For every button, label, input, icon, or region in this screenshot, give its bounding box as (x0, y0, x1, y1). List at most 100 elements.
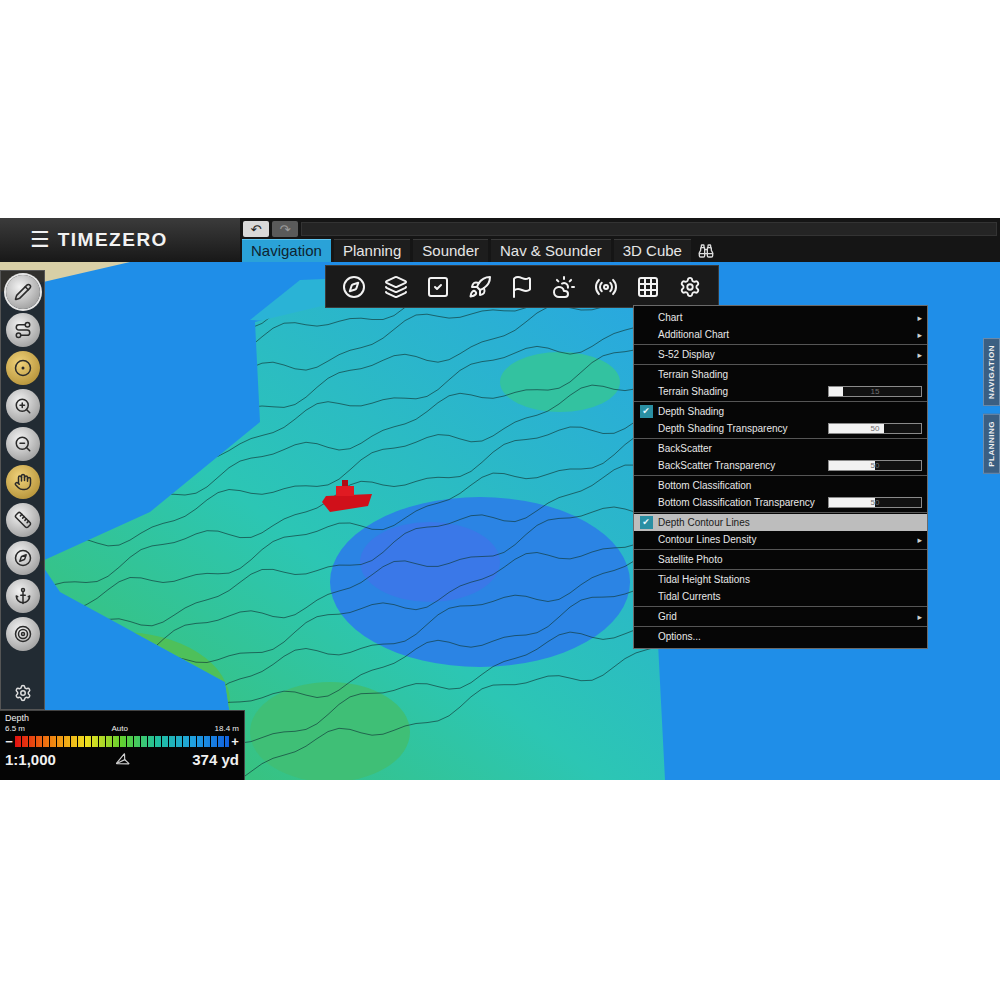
menu-item[interactable]: Tidal Height Stations (634, 571, 927, 588)
menu-group: S-52 Display▸ (634, 345, 927, 365)
menu-group: Chart▸Additional Chart▸ (634, 308, 927, 345)
vessel-icon[interactable] (322, 480, 372, 512)
undo-button[interactable]: ↶ (243, 221, 269, 237)
menu-label: Satellite Photo (658, 554, 922, 566)
tool-button[interactable] (6, 465, 40, 499)
menu-label: S-52 Display (658, 349, 917, 361)
menu-icon[interactable]: ☰ (30, 229, 50, 251)
menu-item[interactable]: Satellite Photo (634, 551, 927, 568)
side-tab[interactable]: NAVIGATION (983, 338, 1000, 406)
menu-item[interactable]: ✔Depth Shading (634, 403, 927, 420)
menu-label: Tidal Currents (658, 591, 922, 603)
history-row: ↶↷ (240, 218, 1000, 238)
tool-button[interactable] (6, 503, 40, 537)
menu-slider[interactable]: 50 (828, 423, 922, 434)
menu-label: Additional Chart (658, 329, 917, 341)
menu-item[interactable]: Bottom Classification (634, 477, 927, 494)
tool-button[interactable] (6, 617, 40, 651)
timezero-window: ☰TIMEZERO↶↷NavigationPlanningSounderNav … (0, 218, 1000, 780)
menu-group: ✔Depth ShadingDepth Shading Transparency… (634, 402, 927, 439)
menu-item[interactable]: BackScatter Transparency50 (634, 457, 927, 474)
top-bar: ☰TIMEZERO↶↷NavigationPlanningSounderNav … (0, 218, 1000, 262)
layer-tool-icon[interactable] (460, 269, 500, 305)
menu-label: BackScatter Transparency (658, 460, 828, 472)
side-tabs: NAVIGATION PLANNING (983, 338, 1000, 474)
logo[interactable]: ☰TIMEZERO (0, 218, 240, 262)
menu-group: Terrain ShadingTerrain Shading15 (634, 365, 927, 402)
layer-tool-icon[interactable] (334, 269, 374, 305)
legend-values: 6.5 mAuto18.4 m (5, 724, 239, 734)
workspace-tab[interactable]: 3D Cube (614, 239, 691, 262)
plus-button[interactable]: + (231, 735, 239, 748)
menu-group: Tidal Height Stations Tidal Currents (634, 570, 927, 607)
slider-value: 15 (829, 387, 921, 396)
layers-menu: Chart▸Additional Chart▸S-52 Display▸Terr… (633, 305, 928, 649)
menu-item[interactable]: Additional Chart▸ (634, 326, 927, 343)
menu-item[interactable]: S-52 Display▸ (634, 346, 927, 363)
tool-button[interactable] (6, 313, 40, 347)
menu-group: Options... (634, 627, 927, 646)
workspace-tab[interactable]: Planning (334, 239, 410, 262)
menu-item[interactable]: Tidal Currents (634, 588, 927, 605)
layer-tool-icon[interactable] (628, 269, 668, 305)
legend-title: Depth (5, 713, 239, 724)
workspace-tab[interactable]: Navigation (242, 239, 331, 262)
redo-button[interactable]: ↷ (272, 221, 298, 237)
menu-item[interactable]: BackScatter (634, 440, 927, 457)
tool-button[interactable] (6, 351, 40, 385)
menu-item[interactable]: Depth Shading Transparency50 (634, 420, 927, 437)
tool-button[interactable] (6, 541, 40, 575)
top-margin (0, 0, 1000, 218)
status-strip (301, 222, 997, 236)
tool-button[interactable] (6, 389, 40, 423)
tool-button[interactable] (6, 427, 40, 461)
slider-value: 50 (829, 424, 921, 433)
layer-tool-icon[interactable] (418, 269, 458, 305)
layer-tool-icon[interactable] (586, 269, 626, 305)
scale-ratio: 1:1,000 (5, 751, 56, 769)
gears-icon[interactable] (8, 681, 38, 705)
menu-label: BackScatter (658, 443, 922, 455)
check-cell: ✔ (634, 516, 658, 529)
menu-label: Depth Contour Lines (658, 517, 922, 529)
menu-item[interactable]: Terrain Shading15 (634, 383, 927, 400)
submenu-arrow-icon: ▸ (917, 535, 922, 545)
side-tab[interactable]: PLANNING (983, 414, 1000, 474)
menu-item[interactable]: Chart▸ (634, 309, 927, 326)
menu-slider[interactable]: 50 (828, 497, 922, 508)
menu-group: Satellite Photo (634, 550, 927, 570)
bottom-margin (0, 780, 1000, 1000)
menu-item[interactable]: Terrain Shading (634, 366, 927, 383)
menu-group: Grid▸ (634, 607, 927, 627)
slider-value: 50 (829, 498, 921, 507)
scale-distance: 374 yd (192, 751, 239, 769)
menu-slider[interactable]: 15 (828, 386, 922, 397)
map-area: Chart▸Additional Chart▸S-52 Display▸Terr… (0, 262, 1000, 780)
layer-tool-icon[interactable] (544, 269, 584, 305)
layer-tool-icon[interactable] (376, 269, 416, 305)
menu-group: BackScatter BackScatter Transparency50 (634, 439, 927, 476)
menu-slider[interactable]: 50 (828, 460, 922, 471)
submenu-arrow-icon: ▸ (917, 350, 922, 360)
menu-label: Contour Lines Density (658, 534, 917, 546)
menu-item[interactable]: Contour Lines Density▸ (634, 531, 927, 548)
tool-button[interactable] (6, 579, 40, 613)
slider-value: 50 (829, 461, 921, 470)
binoculars-icon[interactable] (694, 240, 718, 262)
menu-item[interactable]: Grid▸ (634, 608, 927, 625)
workspace-tab[interactable]: Sounder (413, 239, 488, 262)
tool-button[interactable] (6, 275, 40, 309)
menu-item[interactable]: Bottom Classification Transparency50 (634, 494, 927, 511)
left-toolbar (0, 270, 45, 710)
gear-icon[interactable] (670, 269, 710, 305)
menu-group: ✔Depth Contour LinesContour Lines Densit… (634, 513, 927, 550)
menu-item[interactable]: Options... (634, 628, 927, 645)
workspace-tab[interactable]: Nav & Sounder (491, 239, 611, 262)
scale-row: 1:1,000 374 yd (5, 751, 239, 769)
menu-label: Bottom Classification (658, 480, 922, 492)
submenu-arrow-icon: ▸ (917, 313, 922, 323)
menu-item[interactable]: ✔Depth Contour Lines (634, 514, 927, 531)
depth-color-bar (15, 736, 229, 747)
layer-tool-icon[interactable] (502, 269, 542, 305)
minus-button[interactable]: − (5, 735, 13, 748)
